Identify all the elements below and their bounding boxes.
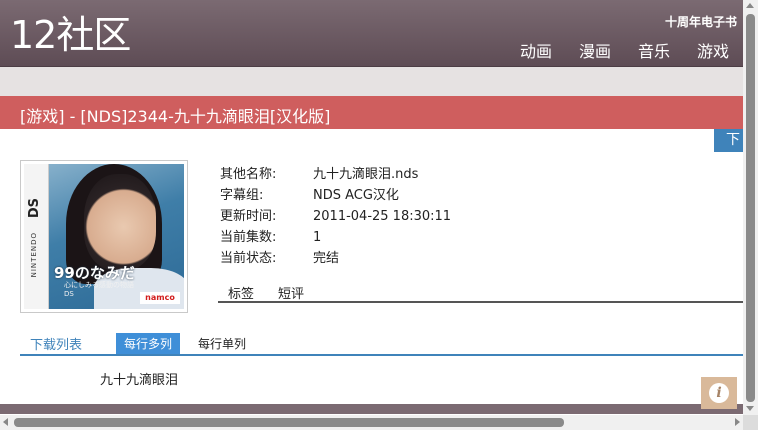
multi-column-toggle[interactable]: 每行多列	[116, 333, 181, 354]
detail-tabs: 标签 短评	[218, 281, 743, 303]
scroll-down-icon[interactable]	[746, 406, 754, 411]
single-column-toggle[interactable]: 每行单列	[198, 335, 246, 352]
site-logo[interactable]: 12社区	[10, 12, 131, 58]
horizontal-scroll-thumb[interactable]	[14, 418, 564, 427]
horizontal-scrollbar[interactable]	[0, 415, 743, 430]
nav-music[interactable]: 音乐	[638, 38, 670, 62]
cover-image: DS NINTENDO 99のなみだ 心にしみる感動の物語 DS namco	[20, 160, 188, 313]
info-row-alt-name: 其他名称: 九十九滴眼泪.nds	[220, 164, 451, 185]
download-list-tabs: 下载列表 每行多列 每行单列	[20, 332, 743, 356]
nav-anime[interactable]: 动画	[520, 38, 552, 62]
download-button[interactable]: 下	[714, 129, 743, 152]
info-row-episodes: 当前集数: 1	[220, 227, 451, 248]
info-label: 更新时间:	[220, 209, 277, 224]
page-title: [游戏] - [NDS]2344-九十九滴眼泪[汉化版]	[20, 107, 331, 126]
nav-games[interactable]: 游戏	[697, 38, 729, 62]
info-label: 当前集数:	[220, 230, 277, 245]
spacer-band	[0, 67, 743, 96]
publisher-logo: namco	[140, 292, 180, 304]
vertical-scroll-thumb[interactable]	[746, 14, 755, 402]
tab-tags[interactable]: 标签	[228, 283, 254, 302]
scroll-left-icon[interactable]	[3, 418, 8, 426]
cover-spine: DS NINTENDO	[24, 164, 49, 309]
site-header: 12社区 十周年电子书 动画 漫画 音乐 游戏	[0, 0, 743, 67]
info-label: 其他名称:	[220, 167, 277, 182]
info-table: 其他名称: 九十九滴眼泪.nds 字幕组: NDS ACG汉化 更新时间: 20…	[220, 164, 451, 269]
vertical-scrollbar[interactable]	[743, 0, 758, 415]
download-list-label[interactable]: 下载列表	[30, 334, 82, 353]
nintendo-text: NINTENDO	[30, 232, 38, 278]
cover-face	[84, 174, 156, 270]
info-button[interactable]: i	[701, 377, 737, 409]
file-link[interactable]: 九十九滴眼泪	[100, 369, 178, 388]
cover-subtitle: 心にしみる感動の物語 DS	[64, 281, 134, 298]
scrollbar-corner	[743, 415, 758, 430]
nav-manga[interactable]: 漫画	[579, 38, 611, 62]
info-value: NDS ACG汉化	[313, 188, 399, 203]
info-value: 九十九滴眼泪.nds	[313, 167, 419, 182]
info-value: 1	[313, 230, 322, 245]
scroll-up-icon[interactable]	[746, 3, 754, 8]
info-value: 完结	[313, 251, 340, 266]
info-label: 字幕组:	[220, 188, 264, 203]
scroll-right-icon[interactable]	[735, 418, 740, 426]
cover-art: DS NINTENDO 99のなみだ 心にしみる感動の物語 DS namco	[24, 164, 184, 309]
footer-band	[0, 404, 743, 414]
info-value: 2011-04-25 18:30:11	[313, 209, 452, 224]
ds-logo: DS	[27, 198, 42, 219]
info-row-status: 当前状态: 完结	[220, 248, 451, 269]
tab-reviews[interactable]: 短评	[278, 283, 304, 302]
ebook-link[interactable]: 十周年电子书	[665, 13, 737, 30]
info-row-subgroup: 字幕组: NDS ACG汉化	[220, 185, 451, 206]
main-nav: 动画 漫画 音乐 游戏	[520, 38, 729, 62]
info-row-updated: 更新时间: 2011-04-25 18:30:11	[220, 206, 451, 227]
info-label: 当前状态:	[220, 251, 277, 266]
page-title-bar: [游戏] - [NDS]2344-九十九滴眼泪[汉化版]	[0, 96, 743, 129]
info-icon: i	[709, 383, 729, 403]
